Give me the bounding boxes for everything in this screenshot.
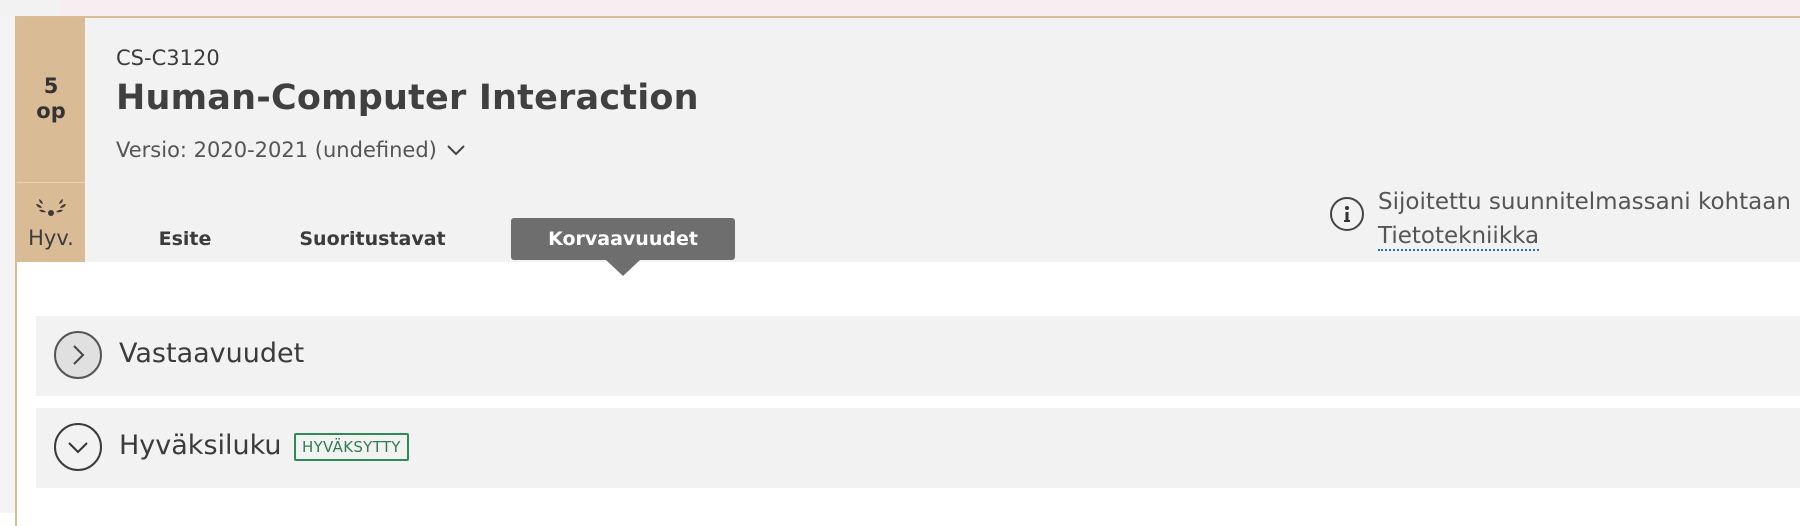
expand-button[interactable] bbox=[54, 331, 102, 379]
course-title: Human-Computer Interaction bbox=[116, 78, 699, 118]
active-tab-pointer bbox=[606, 260, 640, 276]
collapse-button[interactable] bbox=[54, 423, 102, 471]
grade-label: Hyv. bbox=[28, 226, 74, 250]
page-backdrop-left bbox=[0, 16, 16, 513]
status-badge: HYVÄKSYTTY bbox=[294, 433, 409, 461]
section-title: Vastaavuudet bbox=[119, 338, 305, 369]
credit-divider bbox=[17, 182, 85, 183]
credit-unit: op bbox=[36, 99, 66, 123]
laurel-icon bbox=[36, 199, 66, 216]
tab-esite[interactable]: Esite bbox=[135, 218, 235, 260]
tab-label: Suoritustavat bbox=[299, 228, 446, 250]
tab-label: Korvaavuudet bbox=[548, 228, 698, 250]
chevron-right-icon bbox=[73, 345, 85, 365]
version-label: Versio: 2020-2021 (undefined) bbox=[116, 138, 437, 162]
version-selector[interactable]: Versio: 2020-2021 (undefined) bbox=[116, 138, 465, 162]
section-title: Hyväksiluku bbox=[119, 430, 282, 461]
course-code: CS-C3120 bbox=[116, 46, 220, 70]
plan-link[interactable]: Tietotekniikka bbox=[1378, 223, 1540, 251]
plan-placement: Sijoitettu suunnitelmassani kohtaan Tiet… bbox=[1330, 185, 1791, 253]
accordion-hyvaksiluku[interactable]: Hyväksiluku HYVÄKSYTTY bbox=[36, 408, 1800, 488]
chevron-down-icon bbox=[68, 442, 88, 454]
tab-korvaavuudet[interactable]: Korvaavuudet bbox=[511, 218, 735, 260]
credit-box: 5 op bbox=[17, 18, 85, 182]
credit-number: 5 bbox=[43, 74, 59, 98]
chevron-down-icon bbox=[447, 145, 465, 156]
page-backdrop bbox=[0, 0, 1800, 16]
tab-label: Esite bbox=[158, 228, 212, 250]
plan-description: Sijoitettu suunnitelmassani kohtaan bbox=[1378, 189, 1791, 215]
credit-value: 5 op bbox=[17, 74, 85, 124]
plan-text: Sijoitettu suunnitelmassani kohtaan Tiet… bbox=[1378, 185, 1791, 253]
page-backdrop-shade bbox=[0, 0, 60, 16]
info-icon bbox=[1330, 197, 1364, 231]
accordion-vastaavuudet[interactable]: Vastaavuudet bbox=[36, 316, 1800, 396]
course-header: 5 op Hyv. CS-C3120 Human-Computer Intera… bbox=[17, 18, 1800, 276]
credit-column: 5 op Hyv. bbox=[17, 18, 85, 262]
tab-suoritustavat[interactable]: Suoritustavat bbox=[285, 218, 460, 260]
